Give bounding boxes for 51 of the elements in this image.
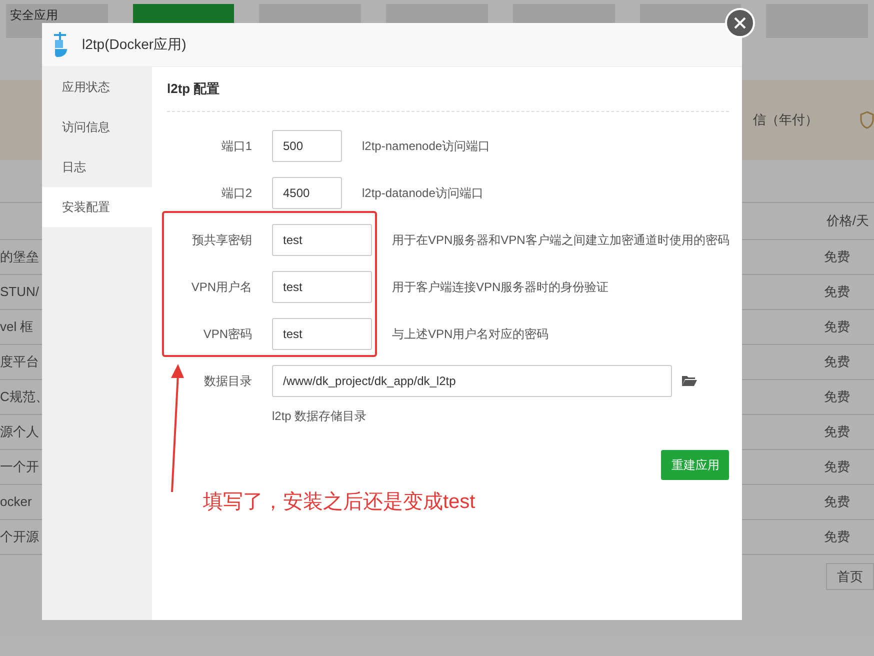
table-cell-text: 免费 <box>824 318 850 336</box>
table-cell-text: 个开源 <box>0 528 39 546</box>
text-field[interactable]: 500 <box>272 130 342 162</box>
annotation-text: 填写了，安装之后还是变成test <box>203 490 476 515</box>
section-heading: l2tp 配置 <box>167 80 220 98</box>
table-cell-text: 一个开 <box>0 458 39 476</box>
close-icon <box>734 17 746 29</box>
field-hint: l2tp-namenode访问端口 <box>362 138 490 155</box>
folder-icon[interactable] <box>682 375 697 387</box>
banner-text: 信（年付） <box>753 111 818 130</box>
table-cell-text: STUN/ <box>0 283 39 302</box>
table-cell-text: 的堡垒 <box>0 248 39 266</box>
sidebar-item[interactable]: 访问信息 <box>42 107 152 147</box>
table-cell-text: 免费 <box>824 388 850 406</box>
field-hint: 用于在VPN服务器和VPN客户端之间建立加密通道时使用的密码 <box>392 232 730 249</box>
table-cell-text: C规范、 <box>0 388 48 406</box>
text-field[interactable]: test <box>272 271 372 303</box>
sidebar-item[interactable]: 安装配置 <box>42 187 152 227</box>
text-field[interactable]: test <box>272 318 372 350</box>
text-field[interactable]: /www/dk_project/dk_app/dk_l2tp <box>272 365 672 397</box>
table-cell-text: 免费 <box>824 493 850 512</box>
first-page-button[interactable]: 首页 <box>826 563 874 590</box>
table-cell-text: 免费 <box>824 283 850 302</box>
field-label: VPN用户名 <box>190 279 252 296</box>
field-label: 端口2 <box>220 185 252 202</box>
table-cell-text: 度平台 <box>0 353 39 372</box>
dialog-title: l2tp(Docker应用) <box>82 35 186 54</box>
close-button[interactable] <box>725 8 755 38</box>
table-cell-text: vel 框 <box>0 318 34 336</box>
field-hint: l2tp-datanode访问端口 <box>362 185 484 202</box>
field-hint: l2tp 数据存储目录 <box>272 408 368 425</box>
field-label: 数据目录 <box>203 373 252 390</box>
container-crane-icon <box>52 32 70 58</box>
text-field[interactable]: test <box>272 224 372 256</box>
shield-icon <box>860 111 874 129</box>
text-field[interactable]: 4500 <box>272 177 342 209</box>
field-label: VPN密码 <box>202 326 252 343</box>
table-cell-text: ocker <box>0 493 32 512</box>
table-cell-text: 免费 <box>824 248 850 266</box>
sidebar-item[interactable]: 应用状态 <box>42 67 152 107</box>
field-label: 端口1 <box>220 138 252 155</box>
sidebar-item[interactable]: 日志 <box>42 147 152 187</box>
table-cell-text: 免费 <box>824 353 850 372</box>
field-hint: 与上述VPN用户名对应的密码 <box>392 326 549 343</box>
table-cell-text: 免费 <box>824 423 850 442</box>
table-cell-text: 免费 <box>824 528 850 546</box>
table-cell-text: 源个人 <box>0 423 39 442</box>
table-cell-text: 免费 <box>824 458 850 476</box>
field-label: 预共享密钥 <box>191 232 252 249</box>
field-hint: 用于客户端连接VPN服务器时的身份验证 <box>392 279 609 296</box>
column-header: 价格/天 <box>826 212 869 230</box>
